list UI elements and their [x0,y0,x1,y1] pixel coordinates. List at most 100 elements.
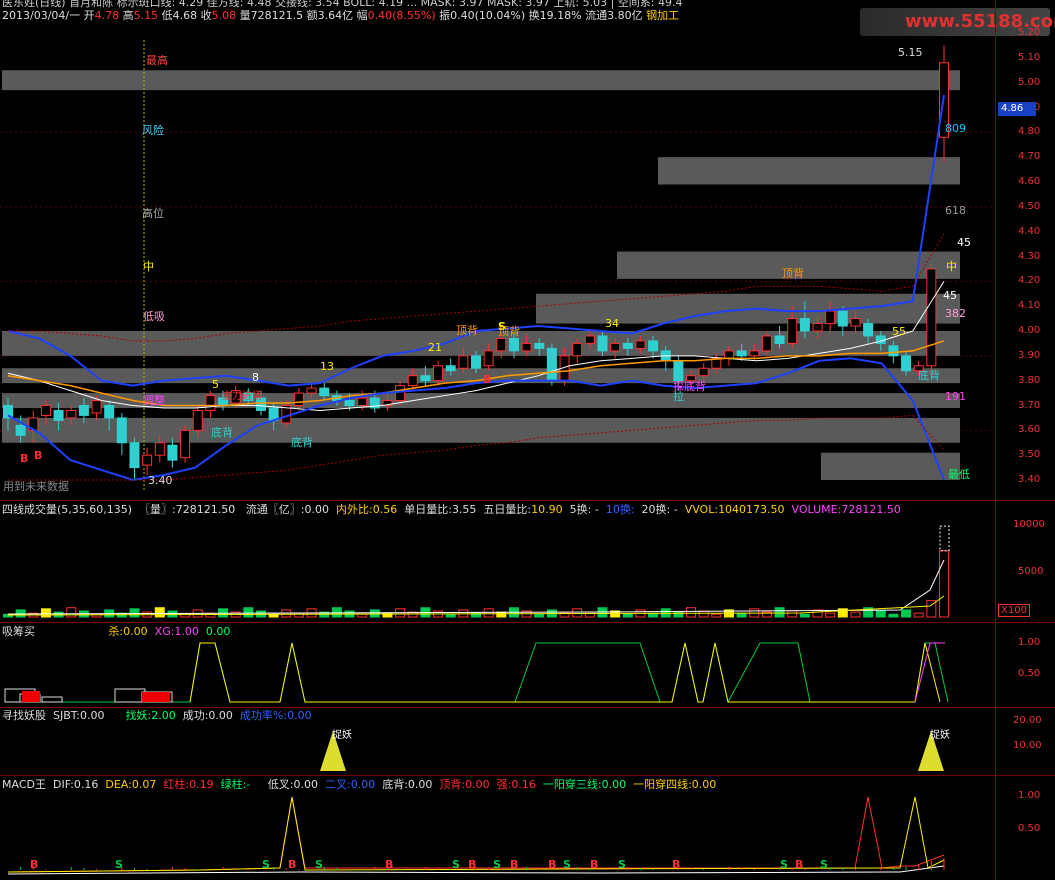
price-tick-3.40: 3.40 [1018,474,1041,485]
price-tick-3.70: 3.70 [1018,399,1041,411]
price-tick-5.10: 5.10 [1018,51,1041,63]
volume-bar [622,613,633,618]
price-tick-4.60: 4.60 [1018,176,1041,187]
candle-body [521,342,532,352]
candle-body [584,335,595,344]
level-809: 809 [945,122,966,135]
volume-bar [129,608,140,618]
high-price-label: 5.15 [898,46,923,59]
macd-bs-marker: S [618,858,626,871]
volume-bar [799,613,810,618]
fib-45b: 45 [943,289,957,302]
candle-body [445,365,456,372]
fib-45a: 45 [957,236,971,249]
volume-bar [445,613,456,618]
macd-axis-05: 0.50 [1018,823,1041,834]
volume-bar [913,612,924,618]
yao-axis-20: 20.00 [1013,715,1042,726]
volume-bar [167,610,178,618]
price-tick-4.80: 4.80 [1018,126,1041,138]
fib-5: 5 [212,378,219,391]
fib-21: 21 [428,341,442,354]
volume-bar [825,612,836,618]
signal-dibei-1: 底背 [211,426,233,439]
signal-zhuli: 主力进场 [222,391,262,402]
xi-axis-1: 1.00 [1018,637,1041,648]
price-tick-4.70: 4.70 [1018,151,1041,163]
price-tick-3.60: 3.60 [1018,424,1041,436]
current-price-marker: 4.86 [998,102,1036,116]
price-tick-4.00: 4.00 [1018,325,1041,336]
fib-55: 55 [892,325,906,338]
candle-body [761,335,772,352]
signal-dibei-3: 底背 [918,369,940,382]
xichou-red-bar [142,692,170,702]
signal-dingbei-1: 顶背 [456,324,478,337]
price-tick-3.90: 3.90 [1018,349,1041,361]
label-zuigao: 最高 [146,54,168,67]
price-zone [2,417,960,443]
candle-body [192,409,203,431]
vol-axis-5000: 5000 [1018,566,1044,577]
macd-bs-marker: B [385,858,393,871]
volume-bar [711,613,722,618]
xichou-yellow-line [189,642,941,703]
xichou-red-bar [22,691,40,702]
volume-bar [875,610,886,618]
candle-body [471,355,481,369]
zhuoyao-mark-2: 捉妖 [930,730,950,741]
yaogu-header: 寻找妖股 SJBT:0.00 找妖:2.00 成功:0.00 成功率%:0.00 [2,709,312,722]
fib-13: 13 [320,360,334,373]
volume-prev-outline [939,525,950,552]
macd-bs-marker: B [795,858,803,871]
price-zone [2,368,960,384]
candle-body [154,442,165,456]
candle-body [78,405,89,416]
candle-body [357,397,368,406]
macd-bs-marker: S [315,858,323,871]
volume-header: 四线成交量(5,35,60,135) 〖量〗:728121.50 流通〖亿〗:0… [2,503,901,516]
candle-body [15,424,26,436]
candle-body [293,392,304,407]
candle-body [116,417,127,444]
macd-bs-marker: B [288,858,296,871]
price-zone [2,70,960,91]
volume-bar [736,612,747,618]
candle-body [622,342,633,349]
volume-bar [698,610,709,618]
volume-bar [686,607,697,618]
macd-bs-marker: S [820,858,828,871]
fib-34: 34 [605,317,619,330]
label-zhong-left: 中 [143,260,154,273]
candle-body [572,342,583,357]
macd-header: MACD王 DIF:0.16 DEA:0.07 红柱:0.19 绿柱:- 低叉:… [2,778,717,791]
candle-body [863,323,874,337]
candle-body [926,268,937,367]
xichou-box [41,696,63,703]
volume-bar [572,608,583,618]
price-tick-5.00: 5.00 [1018,76,1041,88]
volume-bar [483,608,494,618]
level-191: 191 [945,390,966,403]
volume-bar [774,607,785,618]
candle-body [458,355,469,369]
candle-body [610,342,621,352]
candle-body [420,375,431,382]
candle-body [787,318,798,344]
macd-bs-marker: S [452,858,460,871]
volume-bar [357,613,368,618]
price-tick-5.20: 5.20 [1018,27,1041,38]
volume-bar [154,607,165,618]
volume-bar [901,609,912,618]
volume-bar [243,607,254,618]
candle-body [319,387,330,397]
volume-bar [534,613,545,618]
candle-body [901,355,912,372]
volume-bar [787,610,798,618]
bs-marker: B [20,452,28,465]
volume-bar [66,607,77,618]
price-tick-3.50: 3.50 [1018,449,1041,461]
label-zhong-right: 中 [946,260,957,273]
price-tick-4.10: 4.10 [1018,300,1041,312]
low-price-label: 3.40 [148,474,173,487]
